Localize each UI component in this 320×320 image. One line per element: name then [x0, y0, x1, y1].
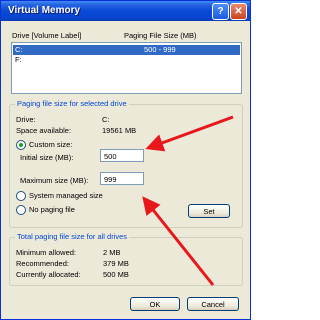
annotation-arrows	[142, 115, 234, 286]
annotation-arrow	[145, 115, 234, 152]
annotation-arrow	[142, 196, 215, 286]
virtual-memory-dialog: Virtual Memory ? ✕ Drive [Volume Label] …	[0, 0, 251, 320]
